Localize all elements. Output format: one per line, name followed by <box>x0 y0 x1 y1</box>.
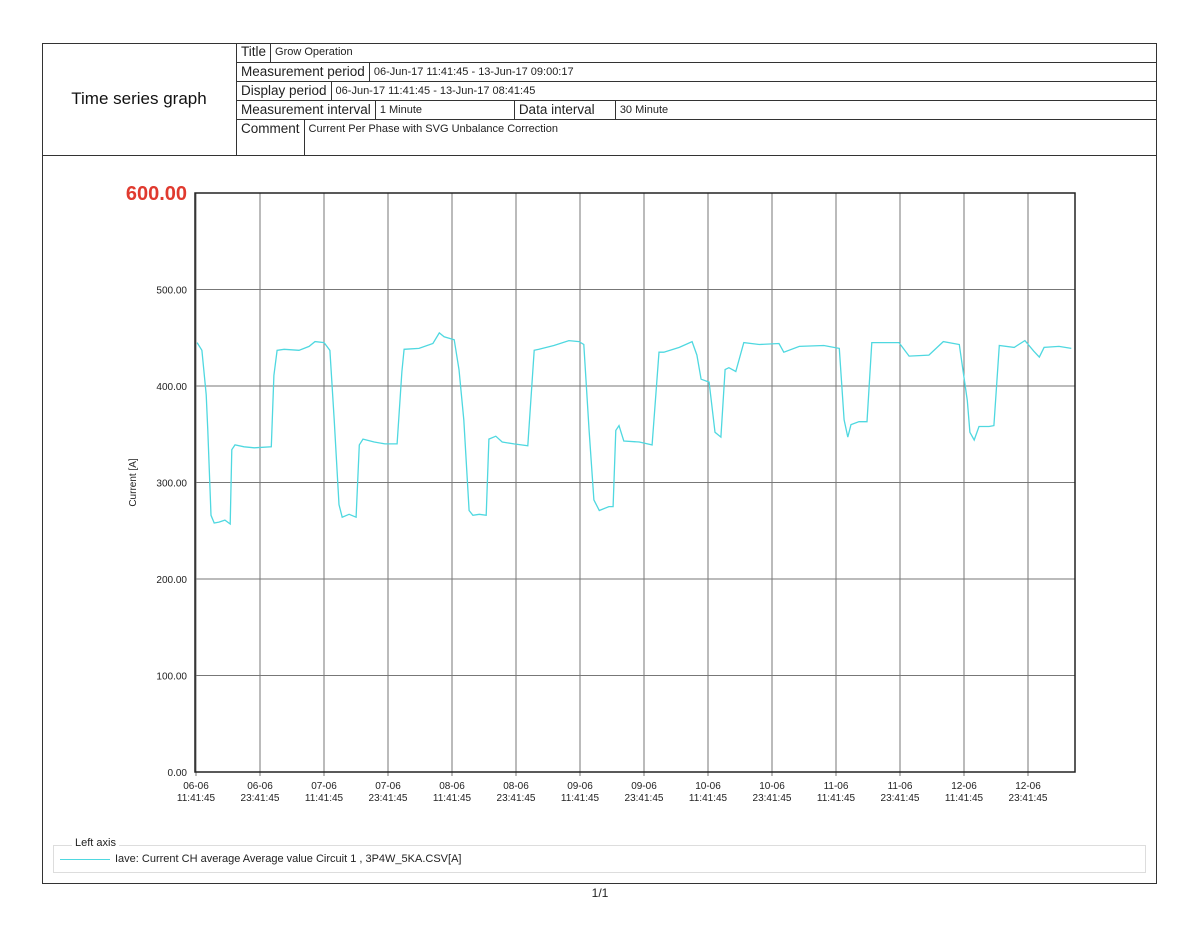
y-tick-label: 600.00 <box>126 183 187 205</box>
x-tick-label-date: 09-06 <box>631 781 657 792</box>
y-tick-label: 500.00 <box>156 286 187 297</box>
x-tick-label-date: 10-06 <box>759 781 785 792</box>
x-tick-label-time: 23:41:45 <box>497 793 536 804</box>
y-tick-label: 100.00 <box>156 672 187 683</box>
x-tick-label-time: 23:41:45 <box>881 793 920 804</box>
y-tick-label: 400.00 <box>156 382 187 393</box>
time-series-chart: 0.00 100.00 200.00 300.00 400.00 500.00 600.00… <box>126 183 1076 804</box>
legend-entry: Iave: Current CH average Average value C… <box>115 853 462 865</box>
legend-title: Left axis <box>72 837 119 849</box>
x-tick-label-date: 12-06 <box>1015 781 1041 792</box>
x-tick-label-time: 11:41:45 <box>305 793 344 804</box>
report-page: Time series graph Title Grow Operation M… <box>0 0 1200 927</box>
x-tick-label-time: 11:41:45 <box>817 793 856 804</box>
y-tick-label: 300.00 <box>156 479 187 490</box>
x-tick-label-date: 11-06 <box>824 781 849 792</box>
x-tick-label-date: 12-06 <box>951 781 977 792</box>
x-tick-label-time: 11:41:45 <box>689 793 728 804</box>
x-tick-label-time: 23:41:45 <box>1009 793 1048 804</box>
x-tick-label-date: 10-06 <box>695 781 721 792</box>
y-axis-label: Current [A] <box>128 458 139 507</box>
x-tick-label-time: 11:41:45 <box>433 793 472 804</box>
x-tick-label-date: 06-06 <box>247 781 273 792</box>
x-tick-label-date: 09-06 <box>567 781 593 792</box>
x-tick-label-date: 07-06 <box>375 781 401 792</box>
x-tick-label-time: 23:41:45 <box>369 793 408 804</box>
page-number: 1/1 <box>591 886 609 900</box>
y-tick-label: 0.00 <box>168 768 188 779</box>
series-line-iave <box>196 331 1072 526</box>
legend-line-swatch <box>60 859 110 860</box>
y-tick-label: 200.00 <box>156 575 187 586</box>
x-tick-label-time: 23:41:45 <box>241 793 280 804</box>
x-tick-label-date: 08-06 <box>503 781 529 792</box>
x-tick-label-time: 11:41:45 <box>561 793 600 804</box>
x-tick-label-time: 11:41:45 <box>945 793 984 804</box>
x-tick-label-date: 11-06 <box>888 781 913 792</box>
x-tick-label-time: 23:41:45 <box>753 793 792 804</box>
x-tick-label-time: 11:41:45 <box>177 793 216 804</box>
x-tick-label-date: 07-06 <box>311 781 337 792</box>
x-tick-label-time: 23:41:45 <box>625 793 664 804</box>
x-tick-label-date: 08-06 <box>439 781 465 792</box>
x-tick-label-date: 06-06 <box>183 781 209 792</box>
